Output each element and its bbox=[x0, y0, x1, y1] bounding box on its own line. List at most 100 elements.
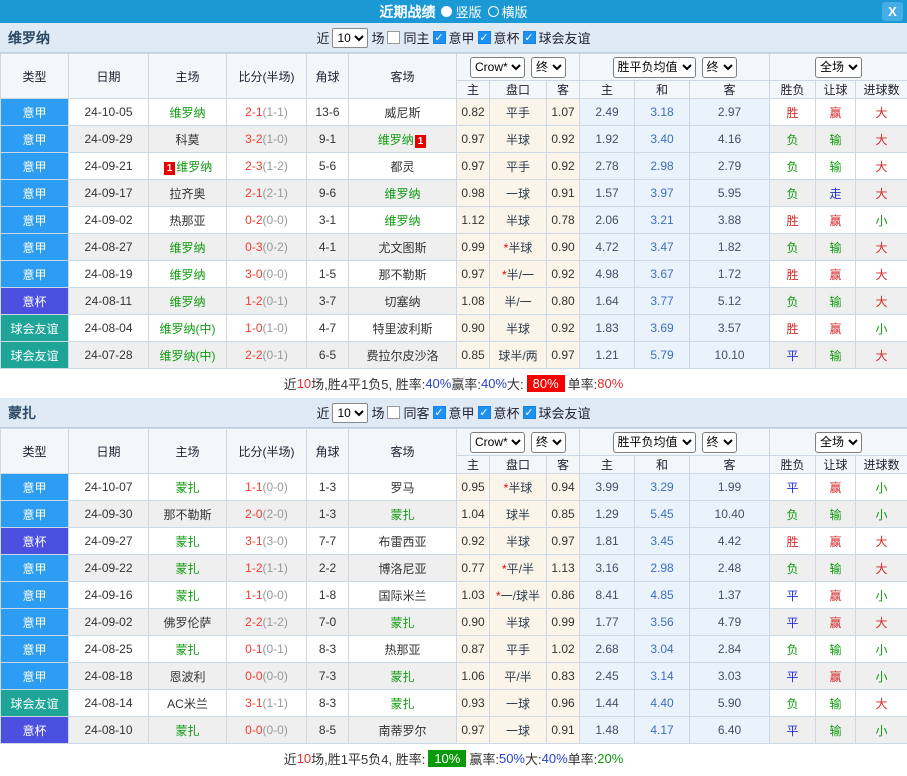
match-row: 意甲24-09-17拉齐奥2-1(2-1)9-6维罗纳0.98一球0.911.5… bbox=[1, 180, 907, 207]
europe-avg-select[interactable]: 胜平负均值 bbox=[613, 57, 696, 78]
home-team: 维罗纳 bbox=[149, 234, 227, 261]
match-row: 意甲24-09-02佛罗伦萨2-2(1-2)7-0蒙扎0.90半球0.991.7… bbox=[1, 609, 907, 636]
handicap-line: 半球 bbox=[490, 609, 547, 636]
result-outcome: 胜 bbox=[770, 261, 816, 288]
away-team: 维罗纳1 bbox=[349, 126, 457, 153]
europe-home-odds: 3.99 bbox=[580, 474, 635, 501]
same-venue-checkbox[interactable] bbox=[387, 406, 400, 419]
handicap-away-odds: 1.02 bbox=[547, 636, 580, 663]
europe-away-odds: 1.99 bbox=[690, 474, 770, 501]
team-label: 佛罗伦萨 bbox=[163, 616, 211, 630]
match-count-select[interactable]: 10 bbox=[332, 28, 368, 48]
subheader-cell: 主 bbox=[580, 456, 635, 474]
europe-draw-odds: 2.98 bbox=[635, 153, 690, 180]
handicap-away-odds: 0.92 bbox=[547, 126, 580, 153]
result-handicap: 输 bbox=[816, 342, 856, 369]
close-icon[interactable]: X bbox=[882, 2, 903, 21]
league-checkbox-serie-a[interactable]: ✓ bbox=[433, 31, 446, 44]
same-venue-label: 同客 bbox=[403, 403, 429, 422]
result-handicap: 输 bbox=[816, 288, 856, 315]
full-time-score: 1-2 bbox=[245, 294, 262, 308]
match-row: 球会友谊24-07-28维罗纳(中)2-2(0-1)6-5费拉尔皮沙洛0.85球… bbox=[1, 342, 907, 369]
result-goals: 小 bbox=[856, 315, 907, 342]
score-cell: 2-2(1-2) bbox=[227, 609, 307, 636]
match-date: 24-09-30 bbox=[69, 501, 149, 528]
europe-home-odds: 1.29 bbox=[580, 501, 635, 528]
match-date: 24-08-25 bbox=[69, 636, 149, 663]
home-team: 蒙扎 bbox=[149, 555, 227, 582]
league-checkbox-friendly[interactable]: ✓ bbox=[523, 406, 536, 419]
away-team: 热那亚 bbox=[349, 636, 457, 663]
full-time-score: 0-2 bbox=[245, 213, 262, 227]
team-label: 博洛尼亚 bbox=[378, 562, 426, 576]
half-time-score: (0-0) bbox=[263, 480, 288, 494]
handicap-line: 一球 bbox=[490, 180, 547, 207]
corner-count: 9-6 bbox=[307, 180, 349, 207]
handicap-away-odds: 0.96 bbox=[547, 690, 580, 717]
final-odds-select[interactable]: 终 bbox=[702, 57, 737, 78]
europe-away-odds: 1.82 bbox=[690, 234, 770, 261]
bookmaker-select[interactable]: Crow* bbox=[470, 432, 525, 453]
home-team: 恩波利 bbox=[149, 663, 227, 690]
subheader-cell: 胜负 bbox=[770, 81, 816, 99]
competition-badge: 意甲 bbox=[1, 501, 69, 528]
away-team: 维罗纳 bbox=[349, 180, 457, 207]
team-label: 切塞纳 bbox=[384, 295, 420, 309]
handicap-line: 半球 bbox=[490, 207, 547, 234]
half-time-score: (0-2) bbox=[263, 240, 288, 254]
handicap-line: 半/一 bbox=[490, 288, 547, 315]
league-checkbox-friendly[interactable]: ✓ bbox=[523, 31, 536, 44]
league-checkbox-coppa[interactable]: ✓ bbox=[478, 31, 491, 44]
half-time-score: (0-0) bbox=[263, 723, 288, 737]
score-cell: 2-1(2-1) bbox=[227, 180, 307, 207]
home-team: 拉齐奥 bbox=[149, 180, 227, 207]
home-team: 那不勒斯 bbox=[149, 501, 227, 528]
team-label: 威尼斯 bbox=[384, 106, 420, 120]
league-checkbox-coppa[interactable]: ✓ bbox=[478, 406, 491, 419]
full-time-score: 1-1 bbox=[245, 480, 262, 494]
layout-radio-vertical[interactable]: 竖版 bbox=[441, 2, 481, 21]
final-odds-select[interactable]: 终 bbox=[531, 432, 566, 453]
europe-avg-select[interactable]: 胜平负均值 bbox=[613, 432, 696, 453]
match-date: 24-08-14 bbox=[69, 690, 149, 717]
team-section: 维罗纳 近 10 场 同主 ✓ 意甲 ✓ 意杯 ✓ 球会友谊 类型日期主场比分(… bbox=[0, 23, 907, 398]
result-handicap: 赢 bbox=[816, 609, 856, 636]
corner-count: 1-8 bbox=[307, 582, 349, 609]
full-time-score: 2-1 bbox=[245, 105, 262, 119]
away-team: 蒙扎 bbox=[349, 663, 457, 690]
match-row: 意甲24-08-27维罗纳0-3(0-2)4-1尤文图斯0.99*半球0.904… bbox=[1, 234, 907, 261]
same-venue-checkbox[interactable] bbox=[387, 31, 400, 44]
europe-away-odds: 6.40 bbox=[690, 717, 770, 744]
result-goals: 大 bbox=[856, 690, 907, 717]
match-count-select[interactable]: 10 bbox=[332, 403, 368, 423]
col-type: 类型 bbox=[1, 429, 69, 474]
match-row: 意甲24-09-30那不勒斯2-0(2-0)1-3蒙扎1.04球半0.851.2… bbox=[1, 501, 907, 528]
team-label: 蒙扎 bbox=[175, 535, 199, 549]
scope-select[interactable]: 全场 bbox=[815, 432, 862, 453]
handicap-line: *半/一 bbox=[490, 261, 547, 288]
handicap-text: 半球 bbox=[508, 241, 532, 255]
summary-segment: 赢率: bbox=[451, 374, 481, 393]
full-time-score: 0-1 bbox=[245, 642, 262, 656]
bookmaker-select[interactable]: Crow* bbox=[470, 57, 525, 78]
league-checkbox-serie-a[interactable]: ✓ bbox=[433, 406, 446, 419]
europe-draw-odds: 3.69 bbox=[635, 315, 690, 342]
result-handicap: 输 bbox=[816, 501, 856, 528]
away-team: 切塞纳 bbox=[349, 288, 457, 315]
handicap-away-odds: 0.92 bbox=[547, 153, 580, 180]
europe-group-header: 胜平负均值终 bbox=[580, 429, 770, 456]
europe-away-odds: 2.79 bbox=[690, 153, 770, 180]
scope-select[interactable]: 全场 bbox=[815, 57, 862, 78]
score-cell: 1-2(0-1) bbox=[227, 288, 307, 315]
result-outcome: 平 bbox=[770, 609, 816, 636]
team-label: 蒙扎 bbox=[175, 589, 199, 603]
result-goals: 小 bbox=[856, 207, 907, 234]
final-odds-select[interactable]: 终 bbox=[702, 432, 737, 453]
layout-radio-horizontal[interactable]: 横版 bbox=[488, 2, 528, 21]
final-odds-select[interactable]: 终 bbox=[531, 57, 566, 78]
europe-away-odds: 4.42 bbox=[690, 528, 770, 555]
result-outcome: 负 bbox=[770, 288, 816, 315]
europe-away-odds: 5.12 bbox=[690, 288, 770, 315]
full-time-score: 1-1 bbox=[245, 588, 262, 602]
competition-badge: 意甲 bbox=[1, 153, 69, 180]
